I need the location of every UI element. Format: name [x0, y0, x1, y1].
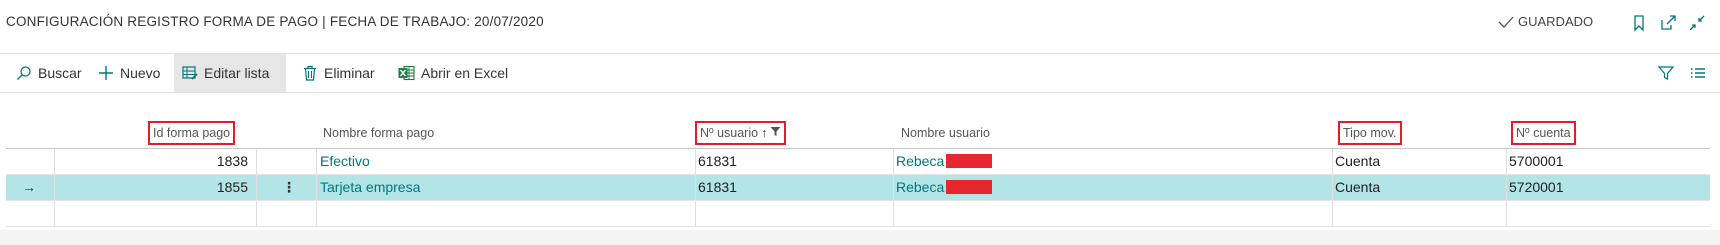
- sort-indicator-icon: ˙: [236, 125, 240, 136]
- cell-user-name-link[interactable]: Rebeca: [896, 153, 944, 169]
- column-divider: [1506, 201, 1507, 226]
- plus-icon: [98, 65, 114, 81]
- cell-mov-type[interactable]: Cuenta: [1335, 149, 1380, 174]
- column-header-id[interactable]: Id forma pago: [148, 121, 236, 145]
- current-row-arrow-icon: →: [22, 179, 36, 195]
- list-icon: [1690, 65, 1706, 81]
- search-button-label: Buscar: [38, 65, 82, 81]
- filter-pane-button[interactable]: [1650, 54, 1682, 92]
- table-row-selected[interactable]: → 1855 ⋮ Tarjeta empresa 61831 Rebeca Cu…: [6, 175, 1710, 201]
- cell-user-name-link[interactable]: Rebeca: [896, 179, 944, 195]
- excel-icon: [398, 65, 415, 81]
- edit-list-icon: [182, 65, 198, 81]
- column-divider: [1332, 201, 1333, 226]
- cell-user-name[interactable]: Rebeca: [896, 149, 993, 174]
- saved-status: GUARDADO: [1498, 14, 1593, 29]
- column-divider: [695, 201, 696, 226]
- row-menu-icon[interactable]: ⋮: [282, 175, 296, 200]
- column-divider: [316, 175, 317, 200]
- cell-id[interactable]: 1855: [54, 175, 248, 200]
- column-divider: [695, 149, 696, 174]
- search-icon: [16, 65, 32, 81]
- column-divider: [893, 201, 894, 226]
- cell-account-no[interactable]: 5700001: [1509, 149, 1564, 174]
- table-row[interactable]: 1838 Efectivo 61831 Rebeca Cuenta 570000…: [6, 149, 1710, 175]
- cell-user-no[interactable]: 61831: [698, 149, 737, 174]
- toolbar-divider-bottom: [0, 92, 1720, 93]
- column-header-user-name[interactable]: Nombre usuario: [901, 118, 990, 148]
- column-divider: [316, 149, 317, 174]
- column-divider: [1506, 149, 1507, 174]
- column-header-id-label: Id forma pago: [153, 126, 231, 140]
- column-divider: [1332, 149, 1333, 174]
- trash-icon: [302, 65, 318, 81]
- list-view-button[interactable]: [1682, 54, 1714, 92]
- page-title: CONFIGURACIÓN REGISTRO FORMA DE PAGO | F…: [6, 14, 544, 29]
- column-header-account-no[interactable]: Nº cuenta: [1511, 121, 1576, 145]
- column-header-mov-type-label: Tipo mov.: [1343, 126, 1397, 140]
- search-button[interactable]: Buscar: [8, 54, 90, 92]
- delete-button-label: Eliminar: [324, 65, 375, 81]
- column-header-account-no-label: Nº cuenta: [1516, 126, 1571, 140]
- edit-list-button-label: Editar lista: [204, 65, 270, 81]
- delete-button[interactable]: Eliminar: [294, 54, 383, 92]
- open-in-excel-button-label: Abrir en Excel: [421, 65, 509, 81]
- column-header-user-no-label: Nº usuario: [700, 126, 759, 140]
- column-divider: [893, 149, 894, 174]
- cell-name-link[interactable]: Efectivo: [320, 149, 370, 174]
- column-header-user-no[interactable]: Nº usuario ↑: [695, 121, 787, 145]
- column-divider: [256, 201, 257, 226]
- column-divider: [256, 175, 257, 200]
- cell-user-no[interactable]: 61831: [698, 175, 737, 200]
- column-divider: [1506, 175, 1507, 200]
- new-button-label: Nuevo: [120, 65, 161, 81]
- column-divider: [316, 201, 317, 226]
- redaction-box: [946, 154, 993, 169]
- redaction-box: [946, 180, 993, 195]
- cell-mov-type[interactable]: Cuenta: [1335, 175, 1380, 200]
- column-header-name[interactable]: Nombre forma pago: [323, 118, 434, 148]
- collapse-icon[interactable]: [1688, 14, 1706, 32]
- new-button[interactable]: Nuevo: [90, 54, 168, 92]
- cell-id[interactable]: 1838: [54, 149, 248, 174]
- open-in-excel-button[interactable]: Abrir en Excel: [390, 54, 516, 92]
- column-divider: [695, 175, 696, 200]
- bookmark-icon[interactable]: [1630, 14, 1648, 32]
- table-row-empty[interactable]: [6, 201, 1710, 227]
- column-divider: [1332, 175, 1333, 200]
- cell-name-link[interactable]: Tarjeta empresa: [320, 175, 420, 200]
- column-header-user-name-label: Nombre usuario: [901, 126, 990, 140]
- column-filter-icon: [770, 126, 781, 140]
- page-footer-area: [0, 230, 1720, 245]
- saved-status-label: GUARDADO: [1518, 14, 1594, 29]
- check-icon: [1498, 15, 1514, 29]
- column-divider: [893, 175, 894, 200]
- column-header-mov-type[interactable]: Tipo mov.: [1338, 121, 1402, 145]
- cell-account-no[interactable]: 5720001: [1509, 175, 1564, 200]
- column-divider: [54, 201, 55, 226]
- column-divider: [256, 149, 257, 174]
- column-header-name-label: Nombre forma pago: [323, 126, 435, 140]
- open-in-new-window-icon[interactable]: [1659, 14, 1677, 32]
- edit-list-button[interactable]: Editar lista: [174, 54, 286, 92]
- cell-user-name[interactable]: Rebeca: [896, 175, 993, 200]
- sort-ascending-icon: ↑: [761, 126, 768, 140]
- title-bar: CONFIGURACIÓN REGISTRO FORMA DE PAGO | F…: [0, 0, 1720, 48]
- filter-icon: [1658, 65, 1674, 81]
